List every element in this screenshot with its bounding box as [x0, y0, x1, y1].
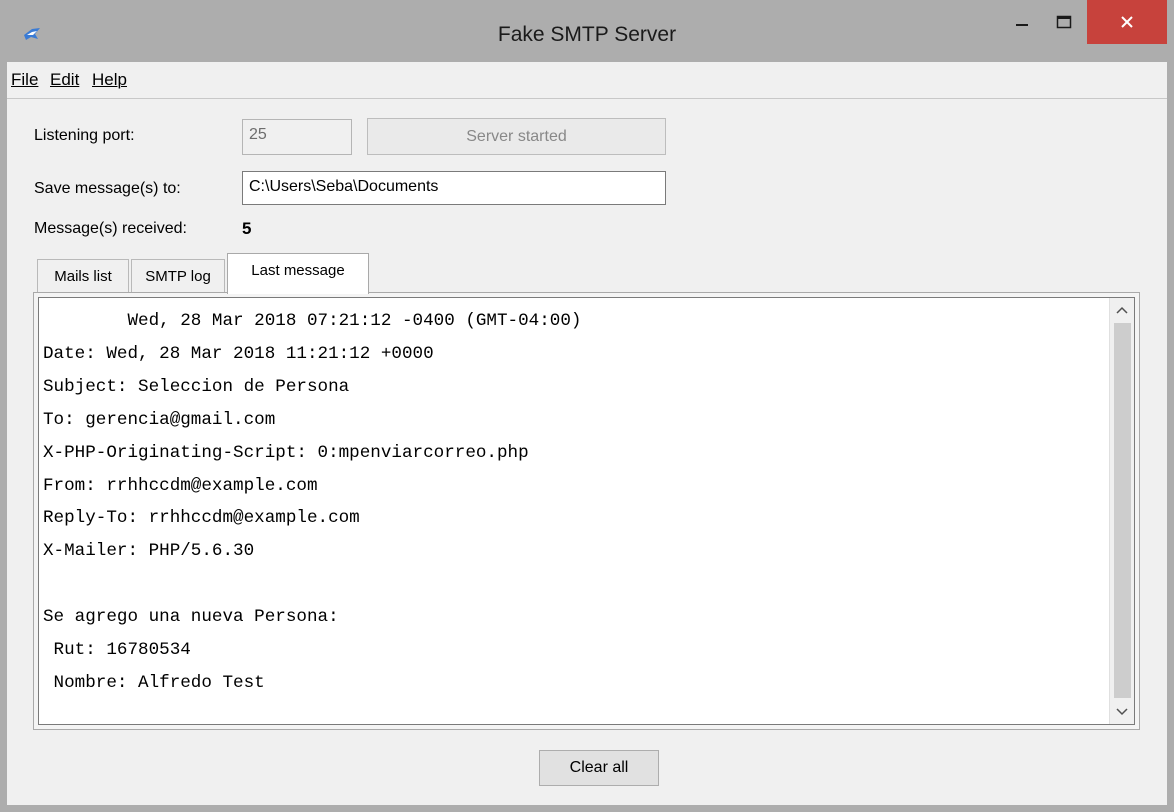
port-field[interactable]: 25 [242, 119, 352, 155]
menu-bar: File Edit Help [7, 62, 1167, 99]
clear-all-button[interactable]: Clear all [539, 750, 659, 786]
port-label: Listening port: [34, 127, 135, 144]
title-bar[interactable]: Fake SMTP Server [0, 0, 1174, 62]
menu-help[interactable]: Help [92, 70, 127, 90]
window-title: Fake SMTP Server [497, 23, 677, 46]
minimize-button[interactable] [1002, 0, 1042, 44]
tab-smtp-log[interactable]: SMTP log [131, 259, 225, 293]
last-message-panel: Wed, 28 Mar 2018 07:21:12 -0400 (GMT-04:… [33, 292, 1140, 730]
close-button[interactable] [1087, 0, 1167, 44]
server-started-button[interactable]: Server started [367, 118, 666, 155]
client-area: File Edit Help Listening port: 25 Server… [7, 62, 1167, 805]
scroll-thumb[interactable] [1114, 323, 1131, 698]
minimize-icon [1016, 24, 1028, 26]
scroll-up-arrow[interactable] [1110, 298, 1134, 322]
received-label: Message(s) received: [34, 220, 187, 237]
save-path-field[interactable]: C:\Users\Seba\Documents [242, 171, 666, 205]
scroll-down-arrow[interactable] [1110, 700, 1134, 724]
chevron-down-icon [1116, 708, 1128, 716]
tab-mails-list[interactable]: Mails list [37, 259, 129, 293]
save-label: Save message(s) to: [34, 180, 181, 197]
tab-last-message[interactable]: Last message [227, 253, 369, 294]
maximize-icon [1056, 15, 1072, 29]
menu-edit[interactable]: Edit [50, 70, 79, 90]
message-text-area[interactable]: Wed, 28 Mar 2018 07:21:12 -0400 (GMT-04:… [38, 297, 1135, 725]
vertical-scrollbar[interactable] [1109, 298, 1134, 724]
app-window: Fake SMTP Server File Edit Help Listenin… [0, 0, 1174, 812]
chevron-up-icon [1116, 306, 1128, 314]
close-icon [1121, 16, 1133, 28]
received-count: 5 [242, 219, 252, 238]
menu-file[interactable]: File [11, 70, 38, 90]
maximize-button[interactable] [1044, 0, 1084, 44]
message-content: Wed, 28 Mar 2018 07:21:12 -0400 (GMT-04:… [43, 311, 582, 693]
